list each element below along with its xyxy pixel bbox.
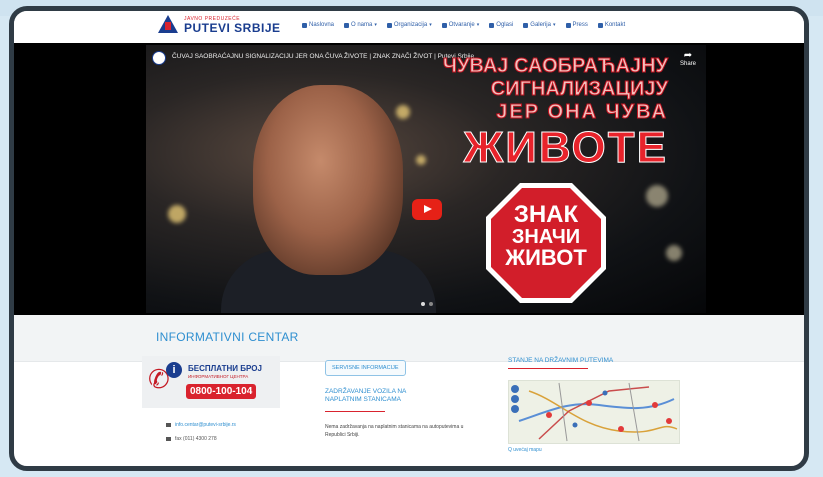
map-zoom-in-icon[interactable] [511, 385, 519, 393]
video-overlay-line-2: СИГНАЛИЗАЦИЈУ [490, 78, 668, 101]
contact-icon [597, 22, 603, 28]
nav-item-organizacija[interactable]: Organizacija ▾ [386, 22, 432, 28]
main-nav: Naslovna O nama ▾ Organizacija ▾ Otvaran… [302, 22, 625, 28]
camera-icon [523, 22, 529, 28]
nav-item-naslovna[interactable]: Naslovna [302, 22, 334, 28]
fax-icon [166, 437, 171, 441]
fax-text: fax (011) 4300 278 [175, 436, 217, 442]
chevron-down-icon: ▾ [374, 22, 377, 28]
email-contact[interactable]: info.centar@putevi-srbije.rs [166, 422, 236, 428]
nav-label: O nama [351, 22, 373, 28]
info-icon: i [166, 362, 182, 378]
news-text: Nema zadržavanja na naplatnim stanicama … [325, 424, 464, 438]
stop-sign-graphic: ЗНАК ЗНАЧИ ЖИВОТ [484, 181, 608, 305]
nav-label: Kontakt [604, 22, 626, 28]
nav-item-o-nama[interactable]: O nama ▾ [344, 22, 377, 28]
news-divider [325, 411, 385, 412]
hotline-title: БЕСПЛАТНИ БРОЈ [188, 364, 262, 373]
fax-contact: fax (011) 4300 278 [166, 436, 217, 442]
nav-label: Otvaranje [448, 22, 475, 28]
share-button[interactable]: ➦ Share [679, 50, 696, 68]
users-icon [344, 22, 350, 28]
map-layers-icon[interactable] [511, 405, 519, 413]
play-button-icon[interactable] [412, 199, 442, 220]
nav-item-otvaranje[interactable]: Otvaranje ▾ [441, 22, 480, 28]
youtube-video-player[interactable]: ČUVAJ SAOBRAĆAJNU SIGNALIZACIJU JER ONA … [146, 45, 706, 313]
megaphone-icon [489, 22, 495, 28]
roads-divider [508, 368, 588, 369]
share-label: Share [679, 61, 696, 67]
road-map[interactable] [508, 380, 680, 444]
chevron-down-icon: ▾ [429, 22, 432, 28]
stop-sign-line-1: ЗНАК [513, 201, 579, 228]
stop-sign-line-2: ЗНАЧИ [511, 226, 581, 248]
video-person-image [221, 85, 436, 313]
video-overlay-line-4: ЖИВОТЕ [463, 123, 668, 173]
nav-label: Organizacija [393, 22, 428, 28]
road-map-graphic [518, 382, 678, 442]
nav-label: Naslovna [309, 22, 335, 28]
news-icon [565, 22, 571, 28]
logo-mark-icon [156, 14, 180, 36]
nav-item-kontakt[interactable]: Kontakt [597, 22, 626, 28]
nav-item-press[interactable]: Press [565, 22, 588, 28]
roads-title: STANJE NA DRŽAVNIM PUTEVIMA [508, 357, 614, 364]
enlarge-map-link[interactable]: Q uvećaj mapu [508, 447, 542, 453]
carousel-indicators[interactable] [421, 302, 433, 306]
site-logo[interactable]: JAVNO PREDUZEĆE PUTEVI SRBIJE [156, 14, 281, 36]
map-controls [511, 385, 519, 413]
video-title[interactable]: ČUVAJ SAOBRAĆAJNU SIGNALIZACIJU JER ONA … [172, 53, 474, 60]
folder-icon [441, 22, 447, 28]
nav-label: Press [572, 22, 588, 28]
carousel-dot[interactable] [421, 302, 425, 306]
envelope-icon [166, 423, 171, 427]
video-overlay-line-1: ЧУВАЈ САОБРАЋАЈНУ [442, 55, 668, 78]
stop-sign-line-3: ЖИВОТ [505, 245, 587, 270]
logo-name: PUTEVI SRBIJE [184, 20, 281, 35]
nav-label: Oglasi [496, 22, 514, 28]
hotline-subtitle: ИНФОРМАТИВНОГ ЦЕНТРА [188, 374, 249, 379]
info-section-bar: INFORMATIVNI CENTAR [14, 315, 804, 362]
section-title: INFORMATIVNI CENTAR [156, 330, 299, 344]
video-band: ČUVAJ SAOBRAĆAJNU SIGNALIZACIJU JER ONA … [14, 43, 804, 315]
site-header: JAVNO PREDUZEĆE PUTEVI SRBIJE Naslovna O… [14, 11, 804, 43]
hotline-banner[interactable]: ✆ i БЕСПЛАТНИ БРОЈ ИНФОРМАТИВНОГ ЦЕНТРА … [142, 356, 280, 408]
map-zoom-out-icon[interactable] [511, 395, 519, 403]
chevron-down-icon: ▾ [476, 22, 480, 28]
nav-label: Galerija [530, 22, 551, 28]
carousel-dot[interactable] [429, 302, 433, 306]
service-info-button[interactable]: SERVISNE INFORMACIJE [325, 360, 406, 376]
home-icon [302, 22, 307, 28]
share-icon: ➦ [683, 50, 693, 61]
channel-avatar[interactable] [152, 51, 166, 65]
nav-item-oglasi[interactable]: Oglasi [489, 22, 513, 28]
hotline-number: 0800-100-104 [186, 384, 257, 399]
sitemap-icon [386, 22, 392, 28]
nav-item-galerija[interactable]: Galerija ▾ [523, 22, 556, 28]
email-text: info.centar@putevi-srbije.rs [175, 422, 236, 428]
video-overlay-line-3: ЈЕР ОНА ЧУВА [496, 101, 668, 124]
chevron-down-icon: ▾ [552, 22, 556, 28]
news-title[interactable]: ZADRŽAVANJE VOZILA NA NAPLATNIM STANICAM… [325, 388, 435, 405]
